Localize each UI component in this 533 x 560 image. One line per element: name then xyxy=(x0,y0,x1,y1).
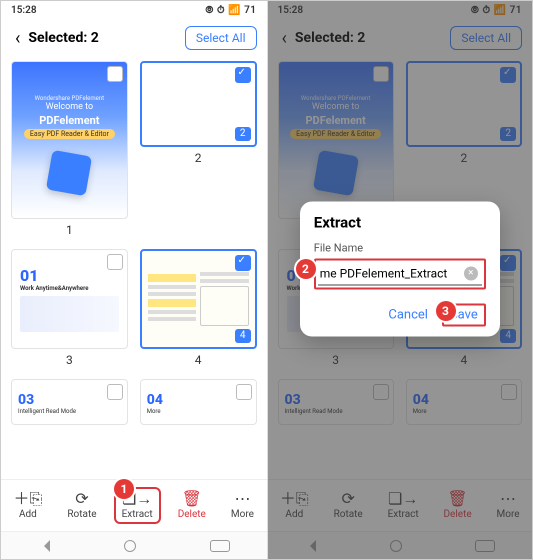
checkbox-icon[interactable] xyxy=(236,384,252,400)
thumb[interactable]: 01 Work Anytime&Anywhere xyxy=(11,249,128,349)
page-number: 4 xyxy=(195,353,202,367)
page-thumb-4: 4 4 xyxy=(140,249,257,367)
more-button[interactable]: ⋯More xyxy=(225,489,260,522)
callout-2: 2 xyxy=(296,259,316,279)
rotate-icon: ⟳ xyxy=(75,491,88,507)
page-number: 1 xyxy=(66,223,73,237)
screen-extract-dialog: 15:28 ⦾ ⏱ 📶 71 ‹ Selected: 2 Select All … xyxy=(267,1,533,559)
dialog-title: Extract xyxy=(314,213,486,231)
filename-label: File Name xyxy=(314,241,486,254)
page-thumb-6: 04More xyxy=(140,379,257,425)
checkbox-icon[interactable] xyxy=(107,384,123,400)
page-thumb-5: 03Intelligent Read Mode xyxy=(11,379,128,425)
page-thumb-1: Wondershare PDFelement Welcome to PDFele… xyxy=(11,61,128,237)
page-thumb-2: 2 2 xyxy=(140,61,257,237)
nav-recent-icon[interactable] xyxy=(210,540,230,552)
checkbox-icon[interactable] xyxy=(235,67,251,83)
callout-1: 1 xyxy=(114,479,134,499)
status-bar: 15:28 ⦾ ⏱ 📶 71 xyxy=(1,1,267,19)
page-grid: Wondershare PDFelement Welcome to PDFele… xyxy=(1,57,267,479)
filename-field-highlight: × xyxy=(314,258,486,289)
extract-dialog: Extract File Name × Cancel Save xyxy=(300,201,500,336)
filename-input[interactable] xyxy=(318,262,482,285)
more-icon: ⋯ xyxy=(234,491,250,507)
status-time: 15:28 xyxy=(11,5,37,16)
thumb[interactable]: 04More xyxy=(140,379,257,425)
status-icons: ⦾ ⏱ 📶 71 xyxy=(205,5,256,16)
cancel-button[interactable]: Cancel xyxy=(388,307,428,322)
rotate-button[interactable]: ⟳Rotate xyxy=(61,489,102,522)
thumb[interactable]: Wondershare PDFelement Welcome to PDFele… xyxy=(11,61,128,219)
add-button[interactable]: ＋⎘Add xyxy=(8,489,49,522)
page-badge: 4 xyxy=(235,329,251,343)
page-number: 3 xyxy=(66,353,73,367)
checkbox-icon[interactable] xyxy=(107,254,123,270)
trash-icon: 🗑 xyxy=(182,491,202,507)
page-number: 2 xyxy=(195,151,202,165)
select-all-button[interactable]: Select All xyxy=(185,26,257,50)
page-thumb-3: 01 Work Anytime&Anywhere 3 xyxy=(11,249,128,367)
screen-select-pages: 15:28 ⦾ ⏱ 📶 71 ‹ Selected: 2 Select All … xyxy=(1,1,267,559)
callout-3: 3 xyxy=(436,301,456,321)
top-bar: ‹ Selected: 2 Select All xyxy=(1,19,267,57)
nav-home-icon[interactable] xyxy=(124,540,136,552)
checkbox-icon[interactable] xyxy=(107,66,123,82)
back-icon[interactable]: ‹ xyxy=(11,28,24,49)
thumb[interactable]: 03Intelligent Read Mode xyxy=(11,379,128,425)
android-nav xyxy=(1,531,267,559)
checkbox-icon[interactable] xyxy=(235,255,251,271)
delete-button[interactable]: 🗑Delete xyxy=(172,489,212,522)
page-badge: 2 xyxy=(235,127,251,141)
nav-back-icon[interactable] xyxy=(38,540,50,552)
thumb[interactable]: 2 xyxy=(140,61,257,147)
thumb[interactable]: 4 xyxy=(140,249,257,349)
clear-icon[interactable]: × xyxy=(464,266,478,280)
page-title: Selected: 2 xyxy=(28,30,184,46)
add-icon: ＋⎘ xyxy=(14,491,43,507)
